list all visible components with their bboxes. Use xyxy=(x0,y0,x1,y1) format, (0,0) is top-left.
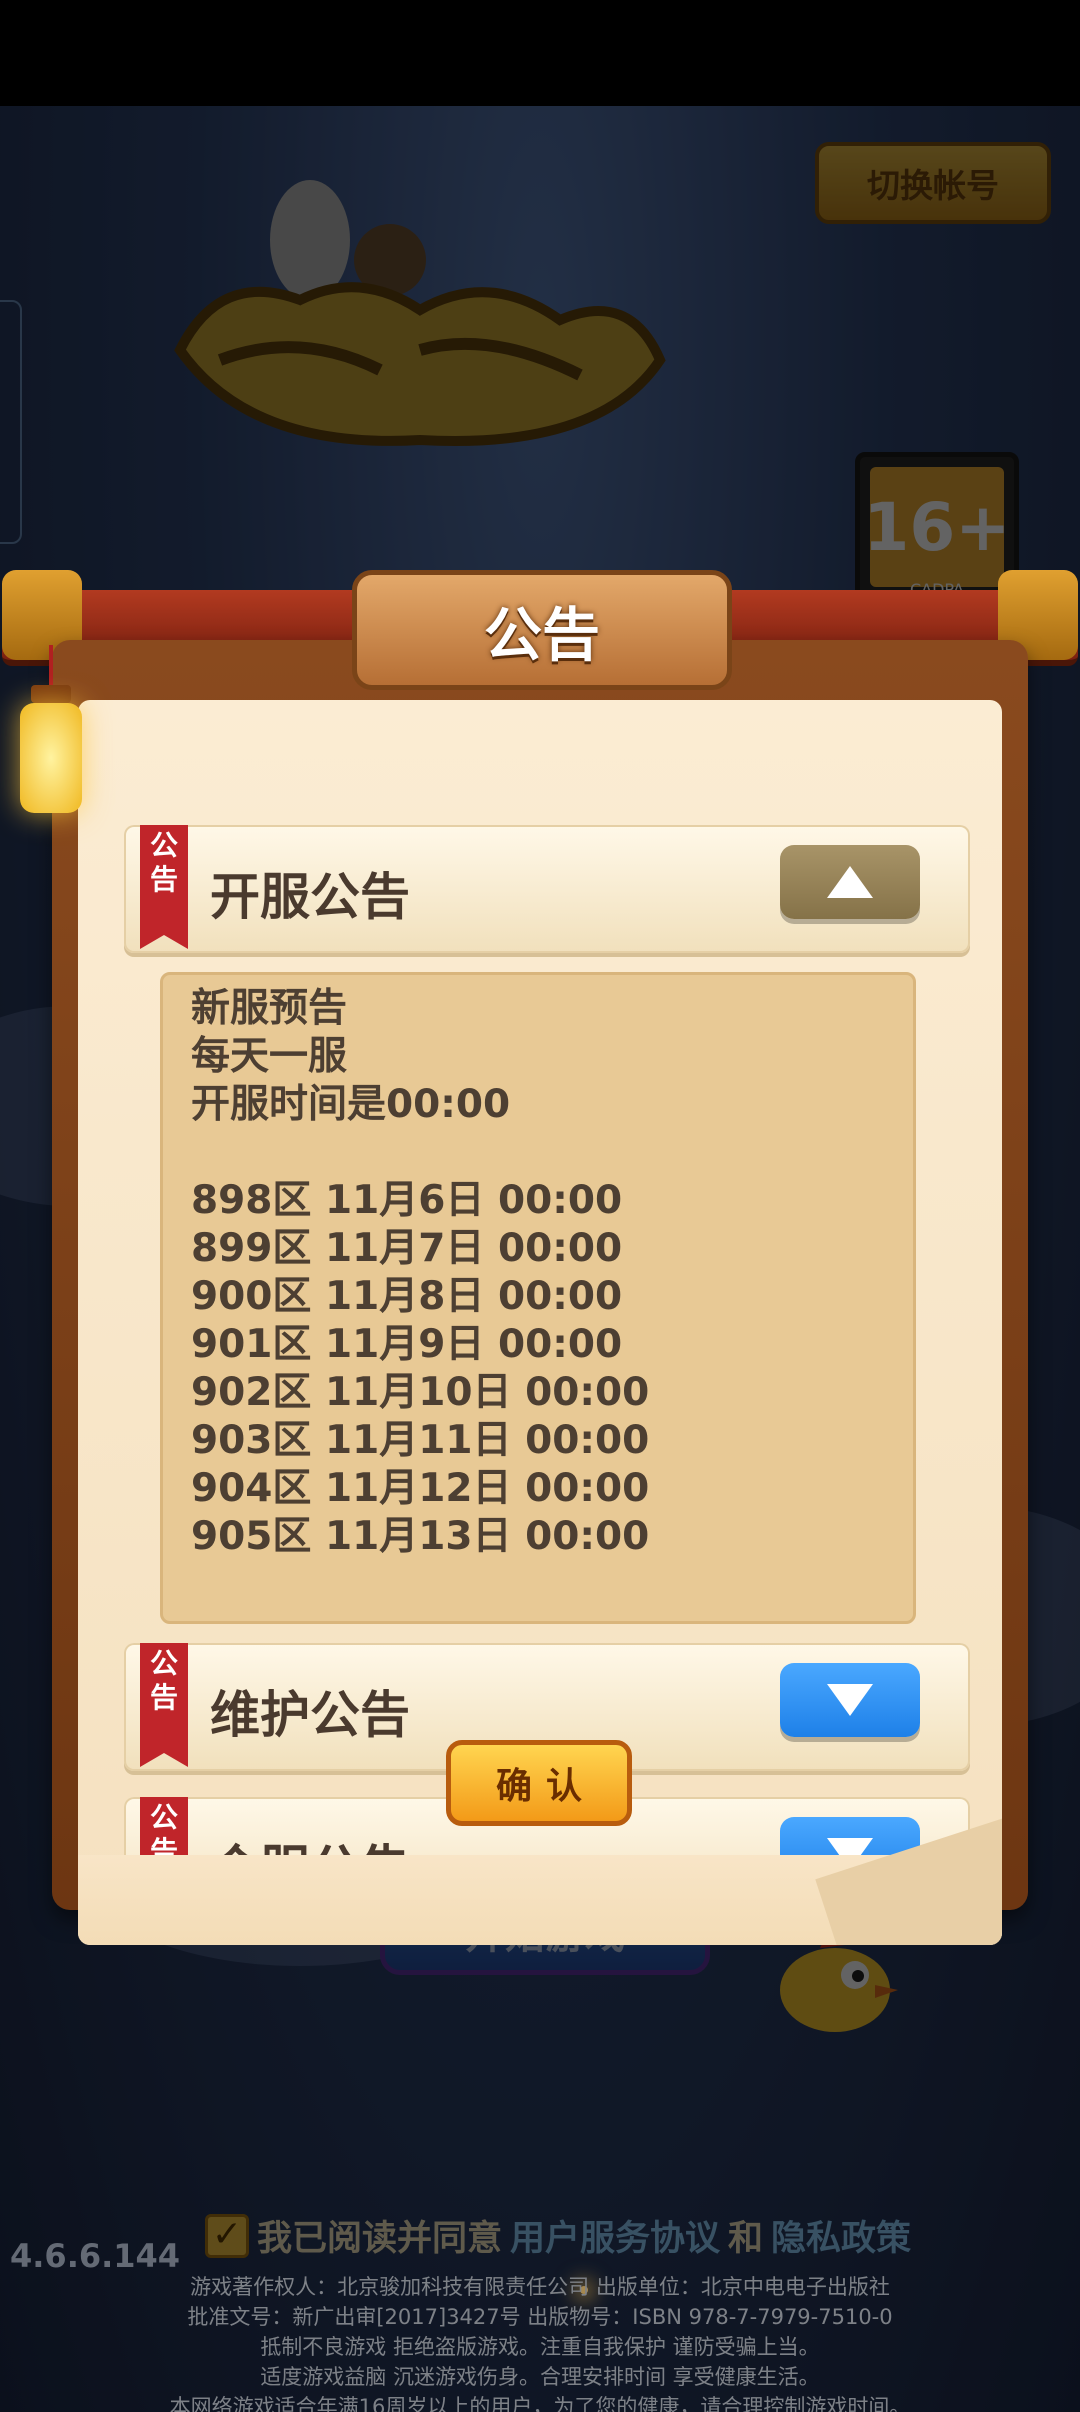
arrow-up-icon xyxy=(827,866,873,898)
confirm-button[interactable]: 确认 xyxy=(446,1740,632,1826)
modal-frame: 公告 开服公告 新服预告 每天一服 开服时间是00:00 898区 11月6日 … xyxy=(52,640,1028,1945)
announcement-list[interactable]: 公告 开服公告 新服预告 每天一服 开服时间是00:00 898区 11月6日 … xyxy=(124,825,970,1855)
section-ribbon: 公告 xyxy=(140,1797,188,1855)
announcement-content: 新服预告 每天一服 开服时间是00:00 898区 11月6日 00:00 89… xyxy=(160,972,916,1624)
collapse-button[interactable] xyxy=(780,845,920,919)
content-line: 904区 11月12日 00:00 xyxy=(191,1466,650,1511)
content-line: 905区 11月13日 00:00 xyxy=(191,1514,650,1559)
content-line: 新服预告 xyxy=(191,986,348,1031)
section-ribbon: 公告 xyxy=(140,1643,188,1767)
content-line: 902区 11月10日 00:00 xyxy=(191,1370,650,1415)
announcement-modal: 公告 开服公告 新服预告 每天一服 开服时间是00:00 898区 11月6日 … xyxy=(2,570,1078,1945)
lantern-icon xyxy=(16,645,86,845)
section-title: 开服公告 xyxy=(210,868,410,926)
content-line: 898区 11月6日 00:00 xyxy=(191,1178,623,1223)
game-screen: 切换帐号 16+ CADPA 开始游戏 4.6.6.144 ✓ 我已阅读并同意 … xyxy=(0,0,1080,2412)
content-line: 每天一服 xyxy=(191,1034,348,1079)
modal-title-plank: 公告 xyxy=(352,570,732,690)
content-line: 903区 11月11日 00:00 xyxy=(191,1418,650,1463)
section-title: 维护公告 xyxy=(210,1686,410,1744)
content-line: 开服时间是00:00 xyxy=(191,1082,511,1127)
content-line: 900区 11月8日 00:00 xyxy=(191,1274,623,1319)
modal-title: 公告 xyxy=(483,601,600,669)
section-server-open[interactable]: 公告 开服公告 xyxy=(124,825,970,953)
content-line xyxy=(191,1129,885,1177)
content-line: 901区 11月9日 00:00 xyxy=(191,1322,623,1367)
content-line: 899区 11月7日 00:00 xyxy=(191,1226,623,1271)
section-ribbon: 公告 xyxy=(140,825,188,949)
section-title: 合服公告 xyxy=(210,1829,410,1855)
arrow-down-icon xyxy=(827,1684,873,1716)
expand-button[interactable] xyxy=(780,1817,920,1855)
expand-button[interactable] xyxy=(780,1663,920,1737)
arrow-down-icon xyxy=(827,1838,873,1855)
